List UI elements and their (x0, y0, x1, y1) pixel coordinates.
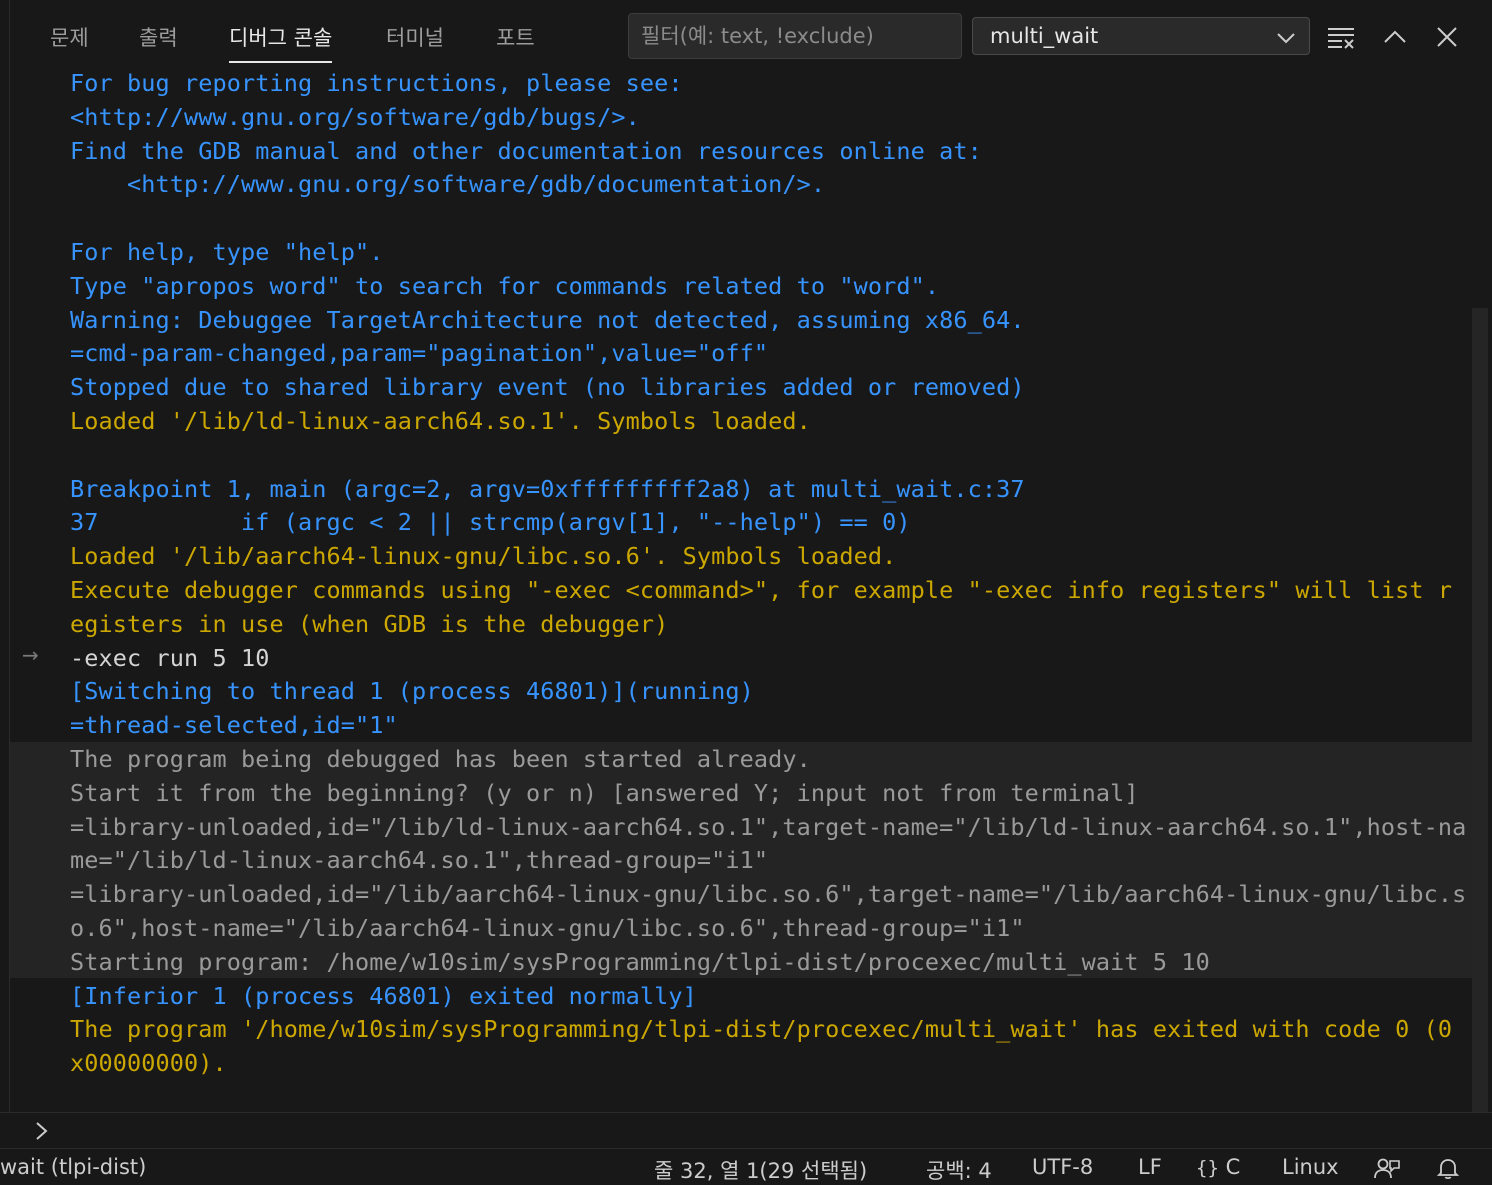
status-language[interactable]: {} C (1196, 1155, 1240, 1179)
status-language-label: C (1225, 1155, 1241, 1179)
console-input-row (0, 1112, 1492, 1149)
console-line: Loaded '/lib/aarch64-linux-gnu/libc.so.6… (70, 542, 897, 571)
console-line: =library-unloaded,id="/lib/aarch64-linux… (70, 880, 1467, 909)
console-line: [Switching to thread 1 (process 46801)](… (70, 677, 754, 706)
panel-header: 문제 출력 디버그 콘솔 터미널 포트 multi_wait (0, 0, 1492, 72)
console-line: Start it from the beginning? (y or n) [a… (70, 778, 1139, 807)
status-workspace[interactable]: wait (tlpi-dist) (0, 1155, 146, 1179)
console-line: Stopped due to shared library event (no … (70, 373, 1025, 402)
console-line: Breakpoint 1, main (argc=2, argv=0xfffff… (70, 474, 1025, 503)
console-line: Find the GDB manual and other documentat… (70, 136, 982, 165)
console-line: For bug reporting instructions, please s… (70, 69, 683, 97)
console-line: -exec run 5 10 (70, 643, 270, 672)
console-line: Execute debugger commands using "-exec <… (70, 576, 1453, 604)
clear-console-icon[interactable] (1326, 22, 1356, 52)
console-line: Loaded '/lib/ld-linux-aarch64.so.1'. Sym… (70, 407, 811, 435)
console-line: Warning: Debuggee TargetArchitecture not… (70, 305, 1025, 334)
braces-icon: {} (1196, 1157, 1219, 1179)
feedback-icon[interactable] (1374, 1157, 1400, 1179)
status-indentation[interactable]: 공백: 4 (926, 1155, 992, 1185)
chevron-down-icon (1277, 33, 1295, 44)
debug-console-output[interactable]: → For bug reporting instructions, please… (10, 66, 1472, 1112)
tab-problems[interactable]: 문제 (50, 22, 89, 56)
console-line: =library-unloaded,id="/lib/ld-linux-aarc… (70, 812, 1467, 841)
status-platform[interactable]: Linux (1282, 1155, 1339, 1179)
tab-debug-console[interactable]: 디버그 콘솔 (229, 22, 333, 63)
filter-input[interactable] (629, 14, 961, 58)
tab-terminal[interactable]: 터미널 (386, 22, 444, 56)
console-line: =thread-selected,id="1" (70, 711, 398, 740)
console-line: The program '/home/w10sim/sysProgramming… (70, 1015, 1453, 1044)
scrollbar-thumb[interactable] (1472, 308, 1488, 1112)
debug-session-select[interactable]: multi_wait (972, 17, 1310, 55)
console-line: <http://www.gnu.org/software/gdb/documen… (70, 170, 826, 199)
status-bar: wait (tlpi-dist) 줄 32, 열 1(29 선택됨) 공백: 4… (0, 1148, 1492, 1184)
prompt-chevron-icon (36, 1122, 48, 1140)
console-line: Type "apropos word" to search for comman… (70, 271, 940, 300)
console-line: x00000000). (70, 1049, 227, 1078)
filter-box (628, 13, 962, 59)
console-line: me="/lib/ld-linux-aarch64.so.1",thread-g… (70, 846, 769, 875)
chevron-up-icon[interactable] (1380, 22, 1410, 52)
console-line: The program being debugged has been star… (70, 745, 811, 773)
status-cursor-position[interactable]: 줄 32, 열 1(29 선택됨) (654, 1155, 867, 1185)
console-line: o.6",host-name="/lib/aarch64-linux-gnu/l… (70, 914, 1025, 942)
status-eol[interactable]: LF (1138, 1155, 1162, 1179)
console-line: 37 if (argc < 2 || strcmp(argv[1], "--he… (70, 508, 911, 537)
console-line: egisters in use (when GDB is the debugge… (70, 609, 669, 638)
input-arrow-icon: → (22, 643, 39, 667)
tab-output[interactable]: 출력 (139, 22, 178, 56)
tab-ports[interactable]: 포트 (496, 22, 535, 56)
debug-session-value: multi_wait (990, 24, 1099, 48)
close-icon[interactable] (1432, 22, 1462, 52)
bell-icon[interactable] (1436, 1156, 1460, 1180)
console-line: <http://www.gnu.org/software/gdb/bugs/>. (70, 102, 640, 131)
console-input[interactable] (60, 1115, 1464, 1147)
console-line: For help, type "help". (70, 238, 384, 266)
status-encoding[interactable]: UTF-8 (1032, 1155, 1093, 1179)
console-line: =cmd-param-changed,param="pagination",va… (70, 339, 769, 368)
console-line: [Inferior 1 (process 46801) exited norma… (70, 981, 697, 1010)
console-line: Starting program: /home/w10sim/sysProgra… (70, 947, 1210, 976)
